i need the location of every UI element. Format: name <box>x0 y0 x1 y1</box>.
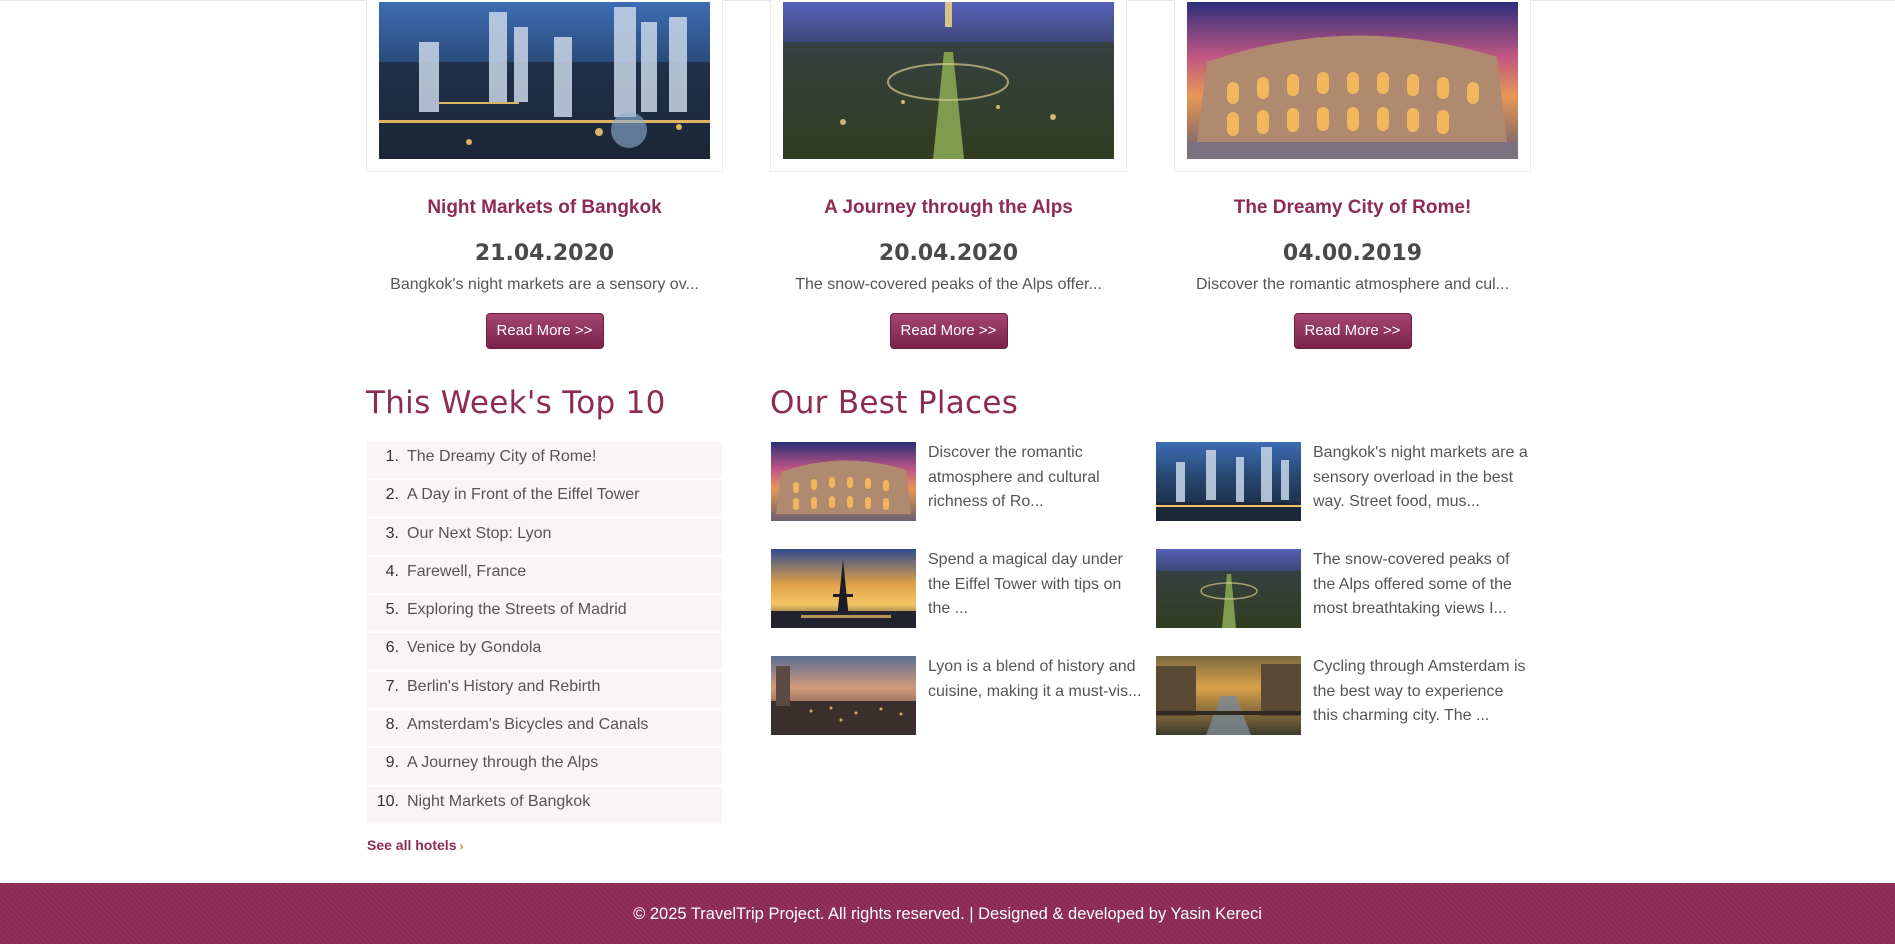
top10-heading: This Week's Top 10 <box>366 385 666 421</box>
list-item: 1. The Dreamy City of Rome! <box>367 442 722 479</box>
blog-card: A Journey through the Alps 20.04.2020 Th… <box>770 0 1127 349</box>
read-more-button[interactable]: Read More >> <box>485 313 604 349</box>
place-description: Cycling through Amsterdam is the best wa… <box>1313 658 1526 725</box>
place-description: Spend a magical day under the Eiffel Tow… <box>928 551 1123 618</box>
list-item: 4. Farewell, France <box>367 556 722 594</box>
place-item: Lyon is a blend of history and cuisine, … <box>771 656 1146 736</box>
card-excerpt: Bangkok's night markets are a sensory ov… <box>390 276 699 293</box>
place-description: Lyon is a blend of history and cuisine, … <box>928 658 1142 700</box>
see-all-hotels-link[interactable]: See all hotels › <box>367 837 463 853</box>
top10-list: 1. The Dreamy City of Rome! 2. A Day in Fr… <box>367 442 722 825</box>
card-thumbnail-frame <box>366 0 723 172</box>
card-title[interactable]: Night Markets of Bangkok <box>366 196 723 220</box>
card-title[interactable]: A Journey through the Alps <box>770 196 1127 220</box>
list-item-link[interactable]: Our Next Stop: Lyon <box>407 519 551 555</box>
list-item-link[interactable]: Farewell, France <box>407 557 526 593</box>
eiffel-tower-sunset-photo[interactable] <box>771 549 916 628</box>
place-item: Cycling through Amsterdam is the best wa… <box>1156 656 1531 736</box>
place-item: Discover the romantic atmosphere and cul… <box>771 442 1146 522</box>
blog-card: Night Markets of Bangkok 21.04.2020 Bang… <box>366 0 723 349</box>
list-item-link[interactable]: Night Markets of Bangkok <box>407 787 590 823</box>
list-item-link[interactable]: A Day in Front of the Eiffel Tower <box>407 480 639 516</box>
list-item: 10. Night Markets of Bangkok <box>367 786 722 824</box>
list-item-link[interactable]: Berlin's History and Rebirth <box>407 672 600 708</box>
list-item: 9. A Journey through the Alps <box>367 748 722 786</box>
list-item-link[interactable]: Venice by Gondola <box>407 633 541 669</box>
list-item-link[interactable]: A Journey through the Alps <box>407 748 598 784</box>
list-item: 5. Exploring the Streets of Madrid <box>367 595 722 633</box>
list-item: 2. A Day in Front of the Eiffel Tower <box>367 480 722 518</box>
footer-copyright: © 2025 TravelTrip Project. All rights re… <box>633 905 1262 923</box>
paris-park-dusk-photo[interactable] <box>1156 549 1301 628</box>
lyon-city-dusk-photo[interactable] <box>771 656 916 735</box>
blog-card: The Dreamy City of Rome! 04.00.2019 Disc… <box>1174 0 1531 349</box>
card-date: 20.04.2020 <box>878 241 1019 266</box>
card-excerpt: The snow-covered peaks of the Alps offer… <box>795 276 1102 293</box>
list-item: 3. Our Next Stop: Lyon <box>367 518 722 556</box>
bangkok-city-photo[interactable] <box>1156 442 1301 521</box>
bangkok-city-photo[interactable] <box>379 2 710 159</box>
best-places-heading: Our Best Places <box>770 385 1019 421</box>
place-description: Discover the romantic atmosphere and cul… <box>928 444 1100 511</box>
amsterdam-canal-photo[interactable] <box>1156 656 1301 735</box>
list-item: 8. Amsterdam's Bicycles and Canals <box>367 710 722 748</box>
rome-colosseum-sunset-photo[interactable] <box>1187 2 1518 159</box>
list-item: 7. Berlin's History and Rebirth <box>367 671 722 709</box>
list-item-link[interactable]: Exploring the Streets of Madrid <box>407 595 627 631</box>
chevron-right-icon: › <box>459 839 464 853</box>
read-more-button[interactable]: Read More >> <box>1293 313 1412 349</box>
list-item-link[interactable]: Amsterdam's Bicycles and Canals <box>407 710 648 746</box>
paris-champ-de-mars-dusk-photo[interactable] <box>783 2 1114 159</box>
place-item: The snow-covered peaks of the Alps offer… <box>1156 549 1531 629</box>
card-thumbnail-frame <box>770 0 1127 172</box>
card-excerpt: Discover the romantic atmosphere and cul… <box>1195 276 1510 293</box>
rome-colosseum-photo[interactable] <box>771 442 916 521</box>
place-item: Spend a magical day under the Eiffel Tow… <box>771 549 1146 629</box>
footer: © 2025 TravelTrip Project. All rights re… <box>0 883 1895 944</box>
place-description: Bangkok's night markets are a sensory ov… <box>1313 444 1528 511</box>
place-item: Bangkok's night markets are a sensory ov… <box>1156 442 1531 522</box>
list-item: 6. Venice by Gondola <box>367 633 722 671</box>
place-description: The snow-covered peaks of the Alps offer… <box>1313 551 1512 618</box>
read-more-button[interactable]: Read More >> <box>889 313 1008 349</box>
list-item-link[interactable]: The Dreamy City of Rome! <box>407 442 596 478</box>
card-title[interactable]: The Dreamy City of Rome! <box>1174 196 1531 220</box>
card-date: 04.00.2019 <box>1282 241 1423 266</box>
card-thumbnail-frame <box>1174 0 1531 172</box>
card-date: 21.04.2020 <box>474 241 615 266</box>
